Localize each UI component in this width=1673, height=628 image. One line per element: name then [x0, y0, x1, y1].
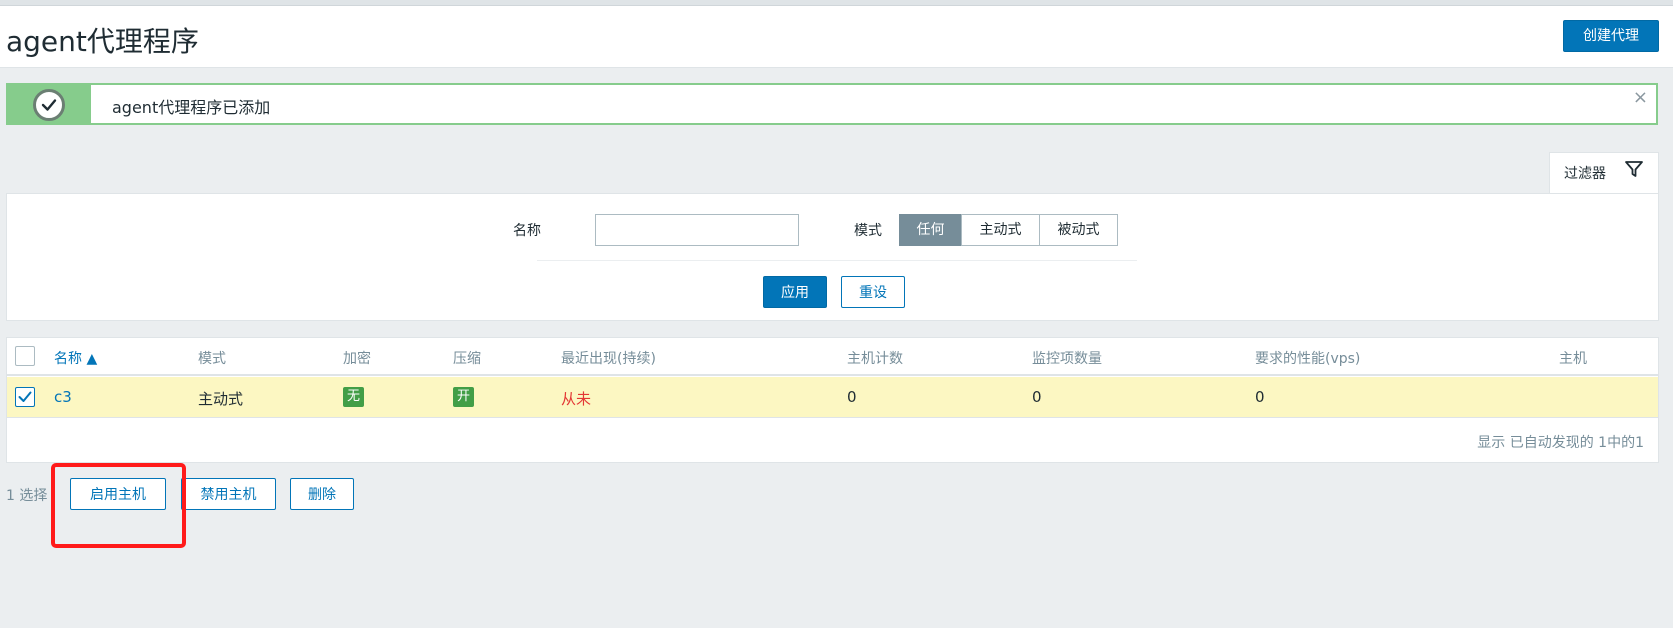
mode-label: 模式	[854, 223, 882, 239]
page-title: agent代理程序	[6, 25, 199, 58]
column-compression: 压缩	[453, 351, 481, 367]
column-host-count: 主机计数	[847, 351, 903, 367]
enable-hosts-button[interactable]: 启用主机	[70, 478, 166, 510]
encryption-badge: 无	[343, 387, 365, 407]
checkmark-icon	[18, 391, 32, 402]
row-checkbox[interactable]	[15, 387, 35, 407]
column-item-count: 监控项数量	[1032, 351, 1102, 367]
filter-panel: 名称 模式 任何 主动式 被动式 应用 重设	[6, 193, 1659, 321]
last-seen-value: 从未	[561, 390, 592, 408]
page-header: agent代理程序 创建代理	[0, 6, 1673, 68]
table-summary: 显示 已自动发现的 1中的1	[1477, 435, 1644, 451]
mode-option-active[interactable]: 主动式	[961, 214, 1040, 246]
proxy-mode: 主动式	[198, 390, 244, 408]
host-count-value: 0	[847, 388, 857, 406]
column-encryption: 加密	[343, 351, 371, 367]
filter-tab-label: 过滤器	[1564, 166, 1606, 182]
column-name[interactable]: 名称 ▲	[54, 348, 97, 368]
name-label: 名称	[513, 223, 541, 239]
column-required-vps: 要求的性能(vps)	[1255, 351, 1361, 367]
reset-button[interactable]: 重设	[841, 276, 905, 308]
table-header: 名称 ▲ 模式 加密 压缩 最近出现(持续) 主机计数 监控项数量 要求的性能(…	[7, 338, 1658, 376]
check-circle-icon	[33, 89, 65, 121]
delete-button[interactable]: 删除	[290, 478, 354, 510]
column-mode: 模式	[198, 351, 226, 367]
close-icon[interactable]: ×	[1633, 87, 1648, 108]
success-message: agent代理程序已添加 ×	[6, 83, 1658, 125]
table-row: c3 主动式 无 开 从未 0 0 0	[7, 377, 1658, 418]
filter-icon	[1625, 161, 1643, 177]
required-vps-value: 0	[1255, 388, 1265, 406]
mode-option-any[interactable]: 任何	[899, 214, 962, 246]
proxy-name-link[interactable]: c3	[54, 388, 72, 406]
disable-hosts-button[interactable]: 禁用主机	[181, 478, 276, 510]
column-hosts: 主机	[1559, 351, 1587, 367]
filter-tab[interactable]: 过滤器	[1549, 152, 1659, 194]
proxy-table: 名称 ▲ 模式 加密 压缩 最近出现(持续) 主机计数 监控项数量 要求的性能(…	[6, 337, 1659, 463]
apply-button[interactable]: 应用	[763, 276, 827, 308]
mode-option-passive[interactable]: 被动式	[1039, 214, 1118, 246]
select-all-checkbox[interactable]	[15, 346, 35, 366]
selected-count: 1 选择	[6, 488, 48, 504]
message-text: agent代理程序已添加	[112, 98, 271, 117]
message-icon-area	[8, 85, 91, 123]
filter-divider	[537, 260, 1137, 261]
item-count-value: 0	[1032, 388, 1042, 406]
create-proxy-button[interactable]: 创建代理	[1563, 20, 1659, 52]
column-last-seen: 最近出现(持续)	[561, 351, 656, 367]
compression-badge: 开	[453, 387, 475, 407]
name-input[interactable]	[595, 214, 799, 246]
